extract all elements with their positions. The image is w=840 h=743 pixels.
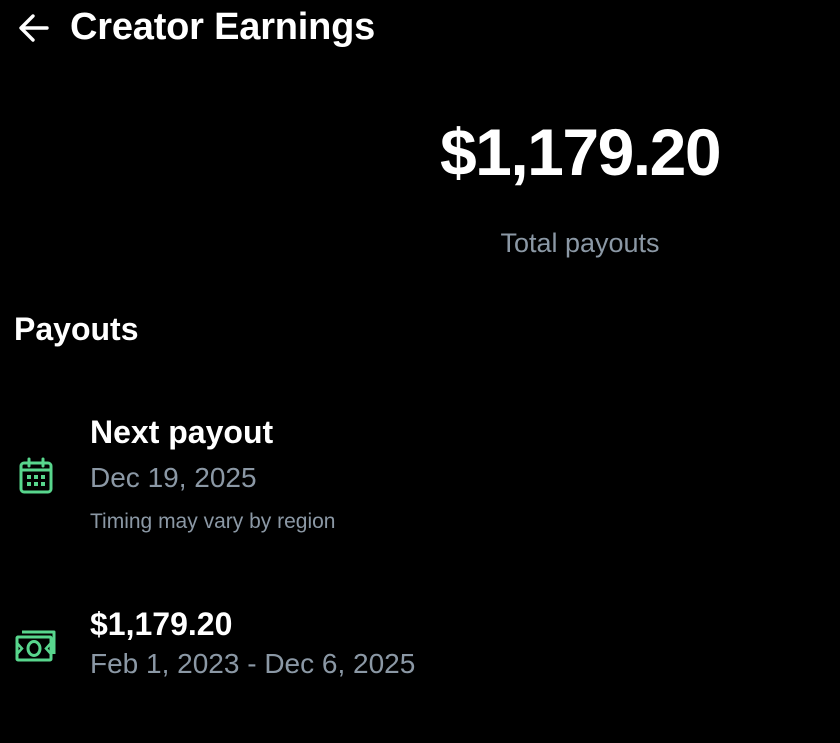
page-title: Creator Earnings bbox=[70, 6, 376, 48]
next-payout-note: Timing may vary by region bbox=[90, 510, 336, 533]
payout-date-range: Feb 1, 2023 - Dec 6, 2025 bbox=[90, 648, 416, 679]
payouts-section-title: Payouts bbox=[14, 311, 139, 347]
payout-amount: $1,179.20 bbox=[90, 606, 233, 642]
next-payout-date: Dec 19, 2025 bbox=[90, 462, 257, 493]
next-payout-title: Next payout bbox=[90, 414, 274, 450]
arrow-left-icon bbox=[19, 14, 49, 42]
money-icon bbox=[14, 626, 58, 664]
calendar-icon bbox=[18, 457, 54, 495]
back-button[interactable] bbox=[14, 9, 54, 47]
total-payouts-amount: $1,179.20 bbox=[439, 115, 722, 189]
total-payouts-label: Total payouts bbox=[500, 228, 660, 258]
header-bar: Creator Earnings bbox=[0, 0, 840, 56]
